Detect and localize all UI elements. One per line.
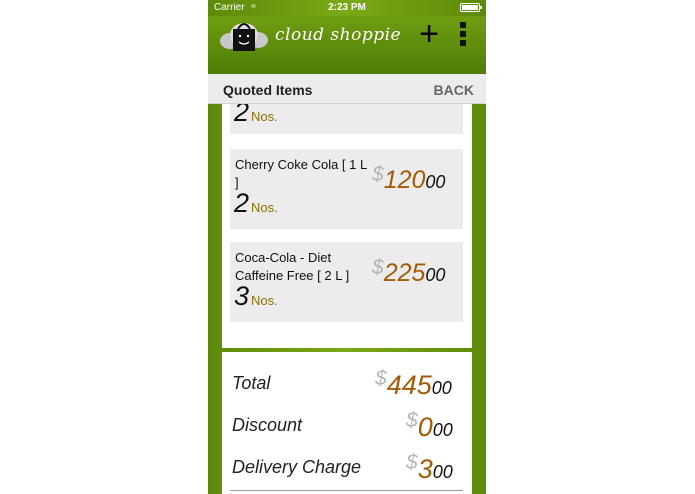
order-summary: Total $44500 Discount $000 Delivery Char… — [222, 352, 472, 494]
vertical-dots-menu-icon[interactable] — [458, 22, 468, 52]
price-whole: 120 — [383, 166, 426, 194]
amount-whole: 445 — [386, 370, 432, 400]
amount-cents: 00 — [431, 378, 452, 398]
item-price: $22500 — [372, 256, 446, 288]
quoted-items-list[interactable]: 2 Nos. Cherry Coke Cola [ 1 L ] $12000 2N… — [222, 104, 472, 348]
delivery-charge-amount: $300 — [406, 451, 453, 485]
price-cents: 00 — [425, 265, 446, 285]
delivery-charge-label: Delivery Charge — [232, 457, 362, 477]
back-button[interactable]: BACK — [434, 82, 474, 98]
currency-symbol: $ — [406, 409, 418, 432]
list-item[interactable]: 2 Nos. — [230, 104, 463, 134]
quantity-number: 3 — [234, 281, 250, 311]
item-quantity: 2 Nos. — [234, 188, 278, 219]
discount-row: Discount $000 — [222, 409, 472, 452]
total-label: Total — [232, 373, 271, 393]
amount-whole: 3 — [417, 454, 433, 484]
add-button[interactable]: + — [416, 17, 442, 51]
item-name: Cherry Coke Cola [ 1 L ] — [235, 157, 367, 190]
price-whole: 225 — [383, 259, 426, 287]
currency-symbol: $ — [375, 367, 387, 390]
phone-screen: Carrier ≈ 2:23 PM cloud shoppie + Quoted… — [208, 0, 486, 494]
status-bar: Carrier ≈ 2:23 PM — [208, 0, 486, 16]
quantity-unit: Nos. — [251, 293, 278, 308]
status-time: 2:23 PM — [328, 2, 366, 13]
discount-label: Discount — [232, 415, 303, 435]
item-name: Coca-Cola - Diet Caffeine Free [ 2 L ] — [235, 250, 350, 283]
delivery-charge-row: Delivery Charge $300 — [222, 451, 472, 494]
item-quantity: 3 Nos. — [234, 281, 278, 312]
total-row: Total $44500 — [222, 367, 472, 410]
shopping-bag-cloud-icon — [220, 23, 268, 51]
quantity-number: 2 — [234, 188, 250, 218]
amount-cents: 00 — [432, 420, 453, 440]
battery-icon — [460, 3, 482, 12]
amount-whole: 0 — [417, 412, 433, 442]
currency-symbol: $ — [372, 163, 384, 186]
divider — [230, 490, 463, 491]
quantity-unit: Nos. — [251, 200, 278, 215]
page-title: Quoted Items — [223, 82, 313, 98]
quantity-unit: Nos. — [251, 109, 278, 124]
sub-header: Quoted Items BACK — [208, 74, 486, 104]
item-quantity: 2 Nos. — [234, 104, 278, 128]
list-item[interactable]: Cherry Coke Cola [ 1 L ] $12000 2 Nos. — [230, 149, 463, 229]
total-amount: $44500 — [375, 367, 452, 401]
currency-symbol: $ — [406, 451, 418, 474]
item-price: $12000 — [372, 163, 446, 195]
price-cents: 00 — [425, 172, 446, 192]
currency-symbol: $ — [372, 256, 384, 279]
discount-amount: $000 — [406, 409, 453, 443]
amount-cents: 00 — [432, 462, 453, 482]
app-title: cloud shoppie — [275, 25, 402, 45]
quantity-number: 2 — [234, 104, 250, 127]
list-item[interactable]: Coca-Cola - Diet Caffeine Free [ 2 L ] $… — [230, 242, 463, 322]
app-bar: cloud shoppie + — [208, 16, 486, 74]
